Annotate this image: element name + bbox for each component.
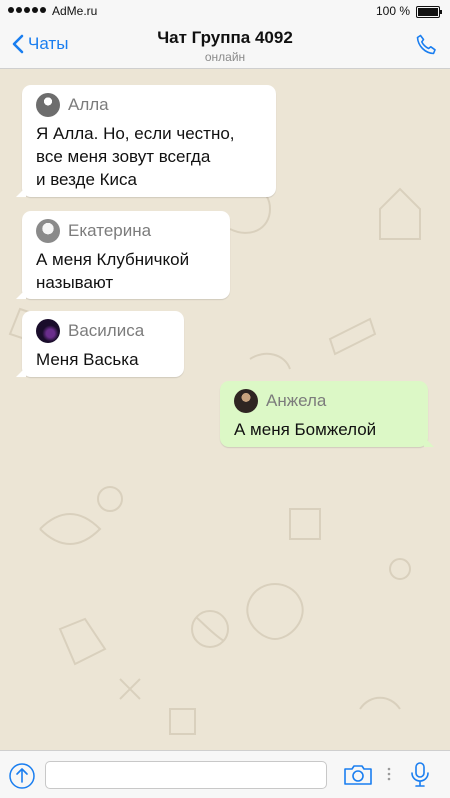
chat-title: Чат Группа 4092 (157, 28, 293, 47)
message-sender: Василиса (36, 319, 172, 343)
message-bubble[interactable]: Алла Я Алла. Но, если честно, все меня з… (16, 85, 276, 197)
message-sender: Анжела (234, 389, 416, 413)
avatar[interactable] (36, 319, 60, 343)
phone-icon[interactable] (414, 33, 438, 57)
carrier-name: AdMe.ru (52, 4, 98, 18)
avatar[interactable] (234, 389, 258, 413)
navigation-bar: Чаты Чат Группа 4092 онлайн (0, 22, 450, 69)
message-bubble-outgoing[interactable]: Анжела А меня Бомжелой (220, 381, 434, 447)
chat-screen: AdMe.ru 100 % Чаты Чат Группа 4092 онлай… (0, 0, 450, 798)
camera-icon[interactable] (343, 764, 373, 786)
battery-icon (416, 6, 442, 18)
sender-name: Василиса (68, 321, 145, 340)
message-text: А меня Бомжелой (234, 420, 377, 439)
message-text: Я Алла. Но, если честно, все меня зовут … (36, 124, 235, 189)
message-input[interactable] (45, 761, 327, 789)
message-bubble[interactable]: Екатерина А меня Клубничкой называют (16, 211, 230, 299)
message-list[interactable]: Алла Я Алла. Но, если честно, все меня з… (0, 69, 450, 750)
message-text: А меня Клубничкой называют (36, 250, 190, 292)
message-bubble[interactable]: Василиса Меня Васька (16, 311, 184, 377)
battery-percent: 100 % (375, 4, 410, 18)
avatar[interactable] (36, 93, 60, 117)
microphone-icon[interactable] (410, 761, 430, 789)
message-sender: Екатерина (36, 219, 218, 243)
divider-dots (387, 767, 391, 781)
sender-name: Анжела (266, 391, 327, 410)
message-text: Меня Васька (36, 350, 139, 369)
message-input-bar (0, 750, 450, 798)
avatar[interactable] (36, 219, 60, 243)
message-sender: Алла (36, 93, 264, 117)
sender-name: Алла (68, 95, 109, 114)
upload-icon[interactable] (8, 762, 36, 790)
status-bar: AdMe.ru 100 % (0, 0, 450, 22)
sender-name: Екатерина (68, 221, 152, 240)
signal-strength-icon (8, 7, 46, 13)
chat-status: онлайн (204, 50, 246, 64)
